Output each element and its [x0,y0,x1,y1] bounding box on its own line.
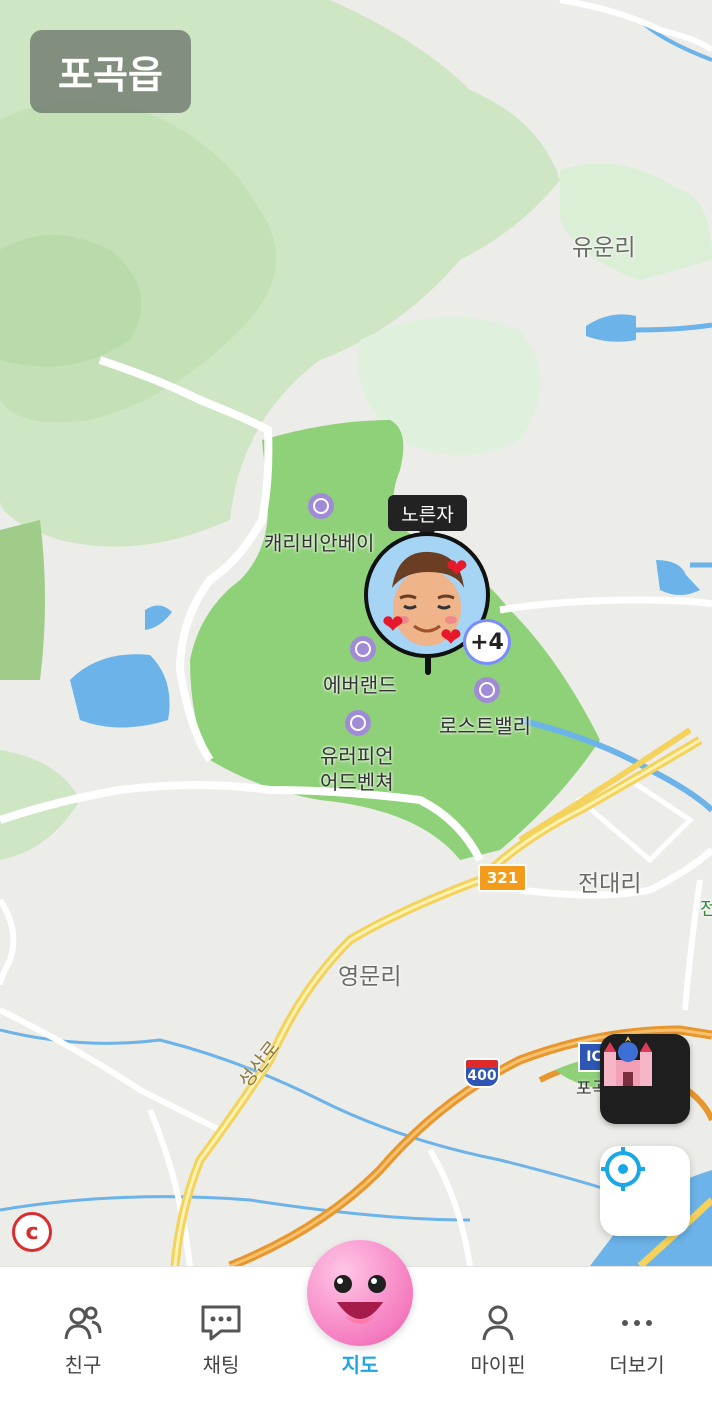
tab-label: 마이핀 [470,1353,526,1377]
tab-chat[interactable]: 채팅 [166,1303,276,1378]
place-label-lost-valley[interactable]: 로스트밸리 [439,710,531,739]
tab-label: 더보기 [609,1353,665,1377]
route-number-sign: 321 [478,864,527,892]
chat-icon [201,1305,241,1341]
place-label-everland[interactable]: 에버랜드 [323,669,397,698]
amusement-poi-icon[interactable] [474,677,500,703]
region-name-badge: 포곡읍 [30,30,191,113]
tab-label: 친구 [64,1353,102,1377]
crosshair-icon [601,1147,645,1191]
tab-mypin[interactable]: 마이핀 [443,1303,553,1378]
village-label-jeondae: 전대리 [578,871,642,897]
amusement-poi-icon[interactable] [308,493,334,519]
place-label-caribbean-bay[interactable]: 캐리비안베이 [264,527,374,556]
village-label-yuun: 유운리 [572,235,636,261]
castle-icon [604,1036,652,1086]
heart-icon: ❤ [382,610,404,640]
heart-icon: ❤ [446,554,468,584]
more-friends-badge[interactable]: +4 [463,619,511,665]
pin-tail [425,655,431,675]
friends-icon [64,1306,102,1340]
current-location-button[interactable] [600,1146,690,1236]
compass-logo-icon: c [12,1212,52,1252]
tab-friends[interactable]: 친구 [28,1303,138,1378]
map-view[interactable]: 포곡읍 유운리 전대리 영문리 전 캐리비안베이 에버랜드 로스트밸리 유러피언… [0,0,712,1266]
amusement-poi-icon[interactable] [345,710,371,736]
place-label-line: 유러피언 [320,744,394,768]
edge-place-label: 전 [700,899,712,920]
tab-label: 지도 [341,1353,379,1377]
village-label-yeongmun: 영문리 [338,964,402,990]
person-icon [482,1305,514,1341]
place-label-line: 어드벤쳐 [320,770,394,794]
tab-label: 채팅 [202,1353,240,1377]
place-label-european-adventure[interactable]: 유러피언 어드벤쳐 [320,743,394,795]
character-face [334,1275,386,1324]
highway-number-sign: 400 [464,1058,500,1088]
friend-name-label[interactable]: 노른자 [388,495,467,539]
map-character-icon[interactable] [307,1240,413,1346]
more-icon [622,1320,652,1326]
heart-icon: ❤ [440,623,462,653]
theme-castle-button[interactable] [600,1034,690,1124]
tab-more[interactable]: 더보기 [582,1303,692,1378]
